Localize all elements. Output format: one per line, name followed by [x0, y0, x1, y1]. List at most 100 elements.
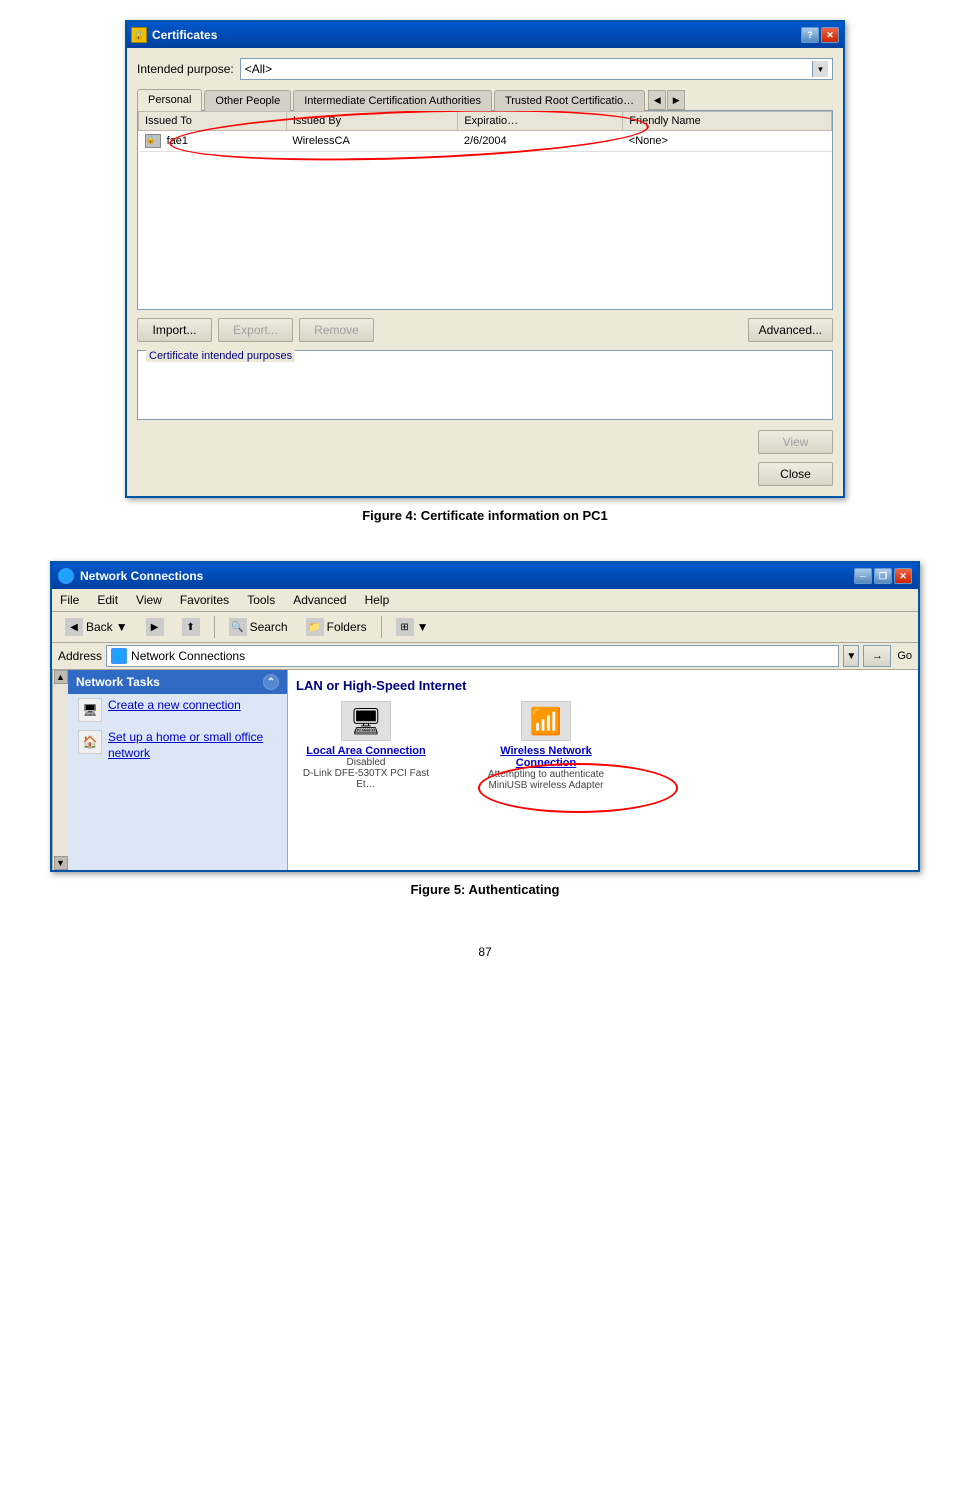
up-icon: ⬆	[182, 618, 200, 636]
back-button[interactable]: ◀ Back ▼	[58, 615, 135, 639]
forward-icon: ▶	[146, 618, 164, 636]
create-connection-icon: 🖥	[78, 698, 102, 722]
left-panel: Network Tasks ⌃ 🖥 Create a new connectio…	[68, 670, 288, 870]
tab-trusted-root[interactable]: Trusted Root Certificatio…	[494, 90, 645, 111]
search-icon: 🔍	[229, 618, 247, 636]
page-number: 87	[478, 945, 491, 959]
search-button[interactable]: 🔍 Search	[222, 615, 295, 639]
cert-icon: 🔒	[145, 134, 161, 148]
scroll-up-btn[interactable]: ▲	[54, 670, 68, 684]
folders-button[interactable]: 📁 Folders	[299, 615, 374, 639]
titlebar-buttons: ? ✕	[801, 27, 839, 43]
address-value: Network Connections	[131, 649, 245, 663]
menu-advanced[interactable]: Advanced	[289, 591, 350, 609]
address-label: Address	[58, 649, 102, 663]
dropdown-value: <All>	[245, 62, 272, 76]
cell-friendly-name: <None>	[623, 131, 832, 152]
home-network-label: Set up a home or small office network	[108, 730, 277, 761]
wireless-name: Wireless Network Connection	[476, 745, 616, 769]
menubar: File Edit View Favorites Tools Advanced …	[52, 589, 918, 612]
address-icon: 🌐	[111, 648, 127, 664]
intended-purpose-row: Intended purpose: <All> ▼	[137, 58, 833, 80]
explorer-icon: 🌐	[58, 568, 74, 584]
cert-purposes-label: Certificate intended purposes	[146, 350, 295, 362]
menu-edit[interactable]: Edit	[93, 591, 122, 609]
table-row[interactable]: 🔒 fae1 WirelessCA 2/6/2004 <None>	[139, 131, 832, 152]
network-connections-window: 🌐 Network Connections ─ ❐ ✕ File Edit Vi…	[50, 561, 920, 872]
cell-issued-by: WirelessCA	[286, 131, 457, 152]
lan-section-header: LAN or High-Speed Internet	[296, 678, 910, 693]
tab-intermediate-ca[interactable]: Intermediate Certification Authorities	[293, 90, 492, 111]
back-dropdown[interactable]: ▼	[116, 620, 128, 634]
network-tasks-section[interactable]: Network Tasks ⌃	[68, 670, 287, 694]
forward-button[interactable]: ▶	[139, 615, 171, 639]
right-panel: LAN or High-Speed Internet 🖥 Local Area …	[288, 670, 918, 870]
go-label[interactable]: Go	[897, 650, 912, 662]
certificates-dialog: 🔒 Certificates ? ✕ Intended purpose: <Al…	[125, 20, 845, 498]
dialog-title: Certificates	[152, 28, 801, 42]
network-items: 🖥 Local Area Connection Disabled D-Link …	[296, 701, 910, 791]
menu-view[interactable]: View	[132, 591, 166, 609]
views-button[interactable]: ⊞ ▼	[389, 615, 436, 639]
menu-favorites[interactable]: Favorites	[176, 591, 233, 609]
view-btn-row: View	[137, 430, 833, 454]
close-button[interactable]: Close	[758, 462, 833, 486]
export-button[interactable]: Export...	[218, 318, 293, 342]
home-network-icon: 🏠	[78, 730, 102, 754]
toolbar-separator	[214, 616, 215, 638]
import-button[interactable]: Import...	[137, 318, 212, 342]
up-button[interactable]: ⬆	[175, 615, 207, 639]
folders-icon: 📁	[306, 618, 324, 636]
wireless-icon: 📶	[521, 701, 571, 741]
tab-scroll-right[interactable]: ▶	[667, 90, 685, 110]
toolbar: ◀ Back ▼ ▶ ⬆ 🔍 Search 📁 Folders ⊞	[52, 612, 918, 643]
close-window-button[interactable]: ✕	[821, 27, 839, 43]
dialog-action-buttons: Import... Export... Remove Advanced...	[137, 318, 833, 342]
figure1-container: 🔒 Certificates ? ✕ Intended purpose: <Al…	[115, 20, 855, 523]
col-issued-by[interactable]: Issued By	[286, 112, 457, 131]
views-dropdown[interactable]: ▼	[417, 620, 429, 634]
tab-scroll-left[interactable]: ◀	[648, 90, 666, 110]
create-connection-item[interactable]: 🖥 Create a new connection	[68, 694, 287, 726]
advanced-button[interactable]: Advanced...	[748, 318, 833, 342]
menu-tools[interactable]: Tools	[243, 591, 279, 609]
cell-issued-to: 🔒 fae1	[139, 131, 287, 152]
explorer-titlebar-btns: ─ ❐ ✕	[854, 568, 912, 584]
explorer-close-button[interactable]: ✕	[894, 568, 912, 584]
purposes-section: Certificate intended purposes View	[137, 350, 833, 454]
network-tasks-label: Network Tasks	[76, 675, 160, 689]
tab-personal[interactable]: Personal	[137, 89, 202, 111]
remove-button[interactable]: Remove	[299, 318, 374, 342]
intended-purpose-dropdown[interactable]: <All> ▼	[240, 58, 833, 80]
menu-help[interactable]: Help	[361, 591, 394, 609]
dropdown-arrow-icon[interactable]: ▼	[812, 61, 828, 77]
section-collapse-btn[interactable]: ⌃	[263, 674, 279, 690]
figure1-caption: Figure 4: Certificate information on PC1	[362, 508, 608, 523]
go-button[interactable]: →	[863, 645, 891, 667]
restore-button[interactable]: ❐	[874, 568, 892, 584]
intended-purpose-label: Intended purpose:	[137, 62, 234, 76]
menu-file[interactable]: File	[56, 591, 83, 609]
view-button[interactable]: View	[758, 430, 833, 454]
cell-expiration: 2/6/2004	[458, 131, 623, 152]
folders-label: Folders	[327, 620, 367, 634]
local-area-connection-item[interactable]: 🖥 Local Area Connection Disabled D-Link …	[296, 701, 436, 791]
dialog-icon: 🔒	[131, 27, 147, 43]
tab-other-people[interactable]: Other People	[204, 90, 291, 111]
left-scrollbar[interactable]: ▲ ▼	[52, 670, 68, 870]
explorer-content: ▲ ▼ Network Tasks ⌃ 🖥 Create a new conne…	[52, 670, 918, 870]
search-label: Search	[250, 620, 288, 634]
local-area-icon: 🖥	[341, 701, 391, 741]
col-friendly-name[interactable]: Friendly Name	[623, 112, 832, 131]
home-network-item[interactable]: 🏠 Set up a home or small office network	[68, 726, 287, 765]
address-input[interactable]: 🌐 Network Connections	[106, 645, 839, 667]
wireless-connection-item[interactable]: 📶 Wireless Network Connection Attempting…	[476, 701, 616, 791]
col-expiration[interactable]: Expiratio…	[458, 112, 623, 131]
certificate-table: Issued To Issued By Expiratio… Friendly …	[138, 111, 832, 152]
help-button[interactable]: ?	[801, 27, 819, 43]
scroll-down-btn[interactable]: ▼	[54, 856, 68, 870]
address-dropdown-arrow[interactable]: ▼	[843, 645, 859, 667]
col-issued-to[interactable]: Issued To	[139, 112, 287, 131]
toolbar-separator2	[381, 616, 382, 638]
minimize-button[interactable]: ─	[854, 568, 872, 584]
